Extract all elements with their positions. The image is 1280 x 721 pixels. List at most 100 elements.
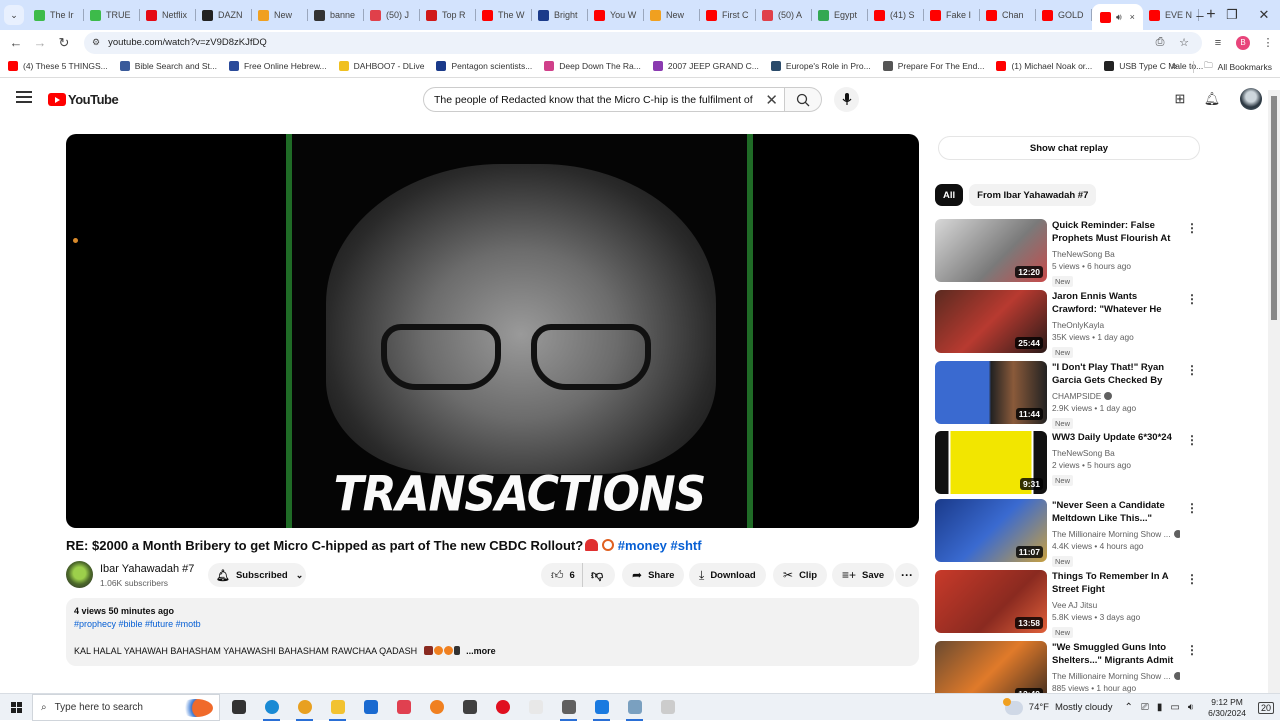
clear-search-icon[interactable]: ✕: [761, 91, 778, 109]
channel-name[interactable]: Ibar Yahawadah #7: [100, 563, 194, 575]
taskbar-app-app-d[interactable]: [552, 694, 585, 721]
browser-tab[interactable]: banne: [308, 0, 364, 30]
browser-tab[interactable]: GOLD: [1036, 0, 1092, 30]
browser-tab[interactable]: Fake I: [924, 0, 980, 30]
clock[interactable]: 9:12 PM 6/30/2024: [1208, 697, 1246, 719]
youtube-logo[interactable]: YouTube: [48, 92, 119, 107]
save-button[interactable]: ≡+ Save: [832, 563, 895, 587]
browser-tab[interactable]: First C: [700, 0, 756, 30]
search-button[interactable]: [784, 87, 822, 112]
browser-menu-icon[interactable]: ⋮: [1256, 36, 1280, 49]
taskbar-app-mail[interactable]: [354, 694, 387, 721]
tab-active[interactable]: 🔊︎ ×: [1092, 4, 1143, 30]
weather-icon[interactable]: [1002, 697, 1023, 715]
recommended-channel[interactable]: TheNewSong Ba: [1052, 249, 1115, 259]
bookmark-item[interactable]: Pentagon scientists...: [436, 61, 532, 71]
recommended-title[interactable]: Quick Reminder: False Prophets Must Flou…: [1052, 219, 1180, 245]
browser-tab[interactable]: Bright: [532, 0, 588, 30]
recommended-channel[interactable]: CHAMPSIDE: [1052, 391, 1101, 401]
browser-tab[interactable]: The W: [476, 0, 532, 30]
browser-tab[interactable]: Netflix: [140, 0, 196, 30]
browser-tab[interactable]: (50) A: [756, 0, 812, 30]
browser-tab[interactable]: TRUE: [84, 0, 140, 30]
recommended-video[interactable]: 11:44 "I Don't Play That!" Ryan Garcia Ge…: [935, 361, 1200, 429]
description-box[interactable]: 4 views 50 minutes ago #prophecy #bible …: [66, 598, 919, 666]
recommended-title[interactable]: WW3 Daily Update 6*30*24: [1052, 431, 1180, 444]
more-options-icon[interactable]: ⋮: [1186, 363, 1198, 377]
bookmark-item[interactable]: Bible Search and St...: [119, 61, 217, 71]
taskbar-app-opera[interactable]: [486, 694, 519, 721]
taskbar-app-app-b[interactable]: [420, 694, 453, 721]
bookmark-item[interactable]: DAHBOO7 - DLive: [338, 61, 424, 71]
recommended-video[interactable]: 9:31 WW3 Daily Update 6*30*24 TheNewSong B…: [935, 431, 1200, 495]
create-video-icon[interactable]: ⊞: [1168, 87, 1192, 111]
bookmark-item[interactable]: (1) Michael Noak or...: [996, 61, 1092, 71]
browser-tab[interactable]: New: [252, 0, 308, 30]
dislike-button[interactable]: 👎︎: [583, 568, 603, 583]
reload-button[interactable]: ↻: [52, 35, 76, 51]
bookmark-item[interactable]: Free Online Hebrew...: [228, 61, 327, 71]
recommended-title[interactable]: "We Smuggled Guns Into Shelters..." Migr…: [1052, 641, 1180, 667]
clip-button[interactable]: ✂ Clip: [773, 563, 828, 587]
bookmark-item[interactable]: 2007 JEEP GRAND C...: [652, 61, 759, 71]
browser-tab[interactable]: You W: [588, 0, 644, 30]
install-app-icon[interactable]: ⎙: [1148, 36, 1172, 49]
download-button[interactable]: ⤓ Download: [689, 563, 766, 587]
bookmarks-overflow-button[interactable]: »: [1172, 61, 1178, 72]
taskbar-search-input[interactable]: ⌕ Type here to search: [32, 693, 220, 721]
notifications-bell-icon[interactable]: 🔔︎: [1200, 87, 1224, 111]
taskbar-app-edge[interactable]: [255, 694, 288, 721]
recommended-video[interactable]: 13:58 Things To Remember In A Street Figh…: [935, 570, 1200, 638]
video-player[interactable]: TRANSACTIONS: [66, 134, 919, 528]
weather-desc[interactable]: Mostly cloudy: [1055, 702, 1113, 713]
menu-icon[interactable]: [16, 91, 32, 103]
tray-icons[interactable]: ⌃⎚▮▭🔉︎: [1125, 702, 1203, 713]
recommended-title[interactable]: "I Don't Play That!" Ryan Garcia Gets Ch…: [1052, 361, 1180, 387]
more-options-icon[interactable]: ⋮: [1186, 572, 1198, 586]
video-thumbnail[interactable]: 11:44: [935, 361, 1047, 424]
all-bookmarks-button[interactable]: All Bookmarks: [1218, 62, 1272, 72]
start-button[interactable]: [0, 694, 32, 721]
voice-search-button[interactable]: [834, 87, 859, 112]
more-options-icon[interactable]: ⋮: [1186, 501, 1198, 515]
show-chat-replay-button[interactable]: Show chat replay: [938, 136, 1200, 160]
share-button[interactable]: ➦ Share: [622, 563, 685, 587]
video-thumbnail[interactable]: 9:31: [935, 431, 1047, 494]
account-avatar[interactable]: [1240, 88, 1262, 110]
more-options-icon[interactable]: ⋮: [1186, 292, 1198, 306]
taskbar-app-task-view[interactable]: [222, 694, 255, 721]
speaker-icon[interactable]: 🔊︎: [1116, 12, 1122, 23]
show-more-link[interactable]: ...more: [466, 646, 496, 656]
recommended-video[interactable]: 25:44 Jaron Ennis Wants Crawford: "Whatev…: [935, 290, 1200, 358]
bookmark-item[interactable]: (4) These 5 THINGS...: [8, 61, 108, 71]
browser-tab[interactable]: Egypt: [812, 0, 868, 30]
site-settings-icon[interactable]: ⚙: [92, 37, 100, 48]
media-control-icon[interactable]: ≡: [1206, 37, 1230, 49]
video-thumbnail[interactable]: 12:20: [935, 219, 1047, 282]
subscribed-button[interactable]: 🔔︎ Subscribed ⌄: [208, 563, 306, 587]
maximize-button[interactable]: ❐: [1216, 0, 1248, 30]
recommended-channel[interactable]: TheOnlyKayla: [1052, 320, 1104, 330]
channel-avatar[interactable]: [66, 561, 93, 588]
weather-temp[interactable]: 74°F: [1029, 702, 1049, 713]
taskbar-app-app-f[interactable]: [651, 694, 684, 721]
chip-from-channel[interactable]: From Ibar Yahawadah #7: [969, 184, 1097, 206]
page-scrollbar[interactable]: [1268, 90, 1280, 693]
recommended-channel[interactable]: TheNewSong Ba: [1052, 448, 1115, 458]
chip-all[interactable]: All: [935, 184, 964, 206]
back-button[interactable]: ←: [4, 35, 28, 50]
more-options-icon[interactable]: ⋮: [1186, 643, 1198, 657]
recommended-channel[interactable]: Vee AJ Jitsu: [1052, 600, 1097, 610]
taskbar-app-file-explorer[interactable]: [321, 694, 354, 721]
more-options-icon[interactable]: ⋮: [1186, 221, 1198, 235]
profile-avatar[interactable]: B: [1236, 35, 1250, 50]
forward-button[interactable]: →: [28, 35, 52, 50]
description-hashtags[interactable]: #prophecy #bible #future #motb: [74, 619, 911, 629]
tab-search-button[interactable]: ⌄: [4, 5, 24, 25]
browser-tab[interactable]: New: [644, 0, 700, 30]
recommended-title[interactable]: Things To Remember In A Street Fight: [1052, 570, 1180, 596]
bookmark-item[interactable]: Deep Down The Ra...: [544, 61, 641, 71]
taskbar-app-app-c[interactable]: [453, 694, 486, 721]
video-thumbnail[interactable]: 25:44: [935, 290, 1047, 353]
bookmark-item[interactable]: Europe's Role in Pro...: [770, 61, 871, 71]
